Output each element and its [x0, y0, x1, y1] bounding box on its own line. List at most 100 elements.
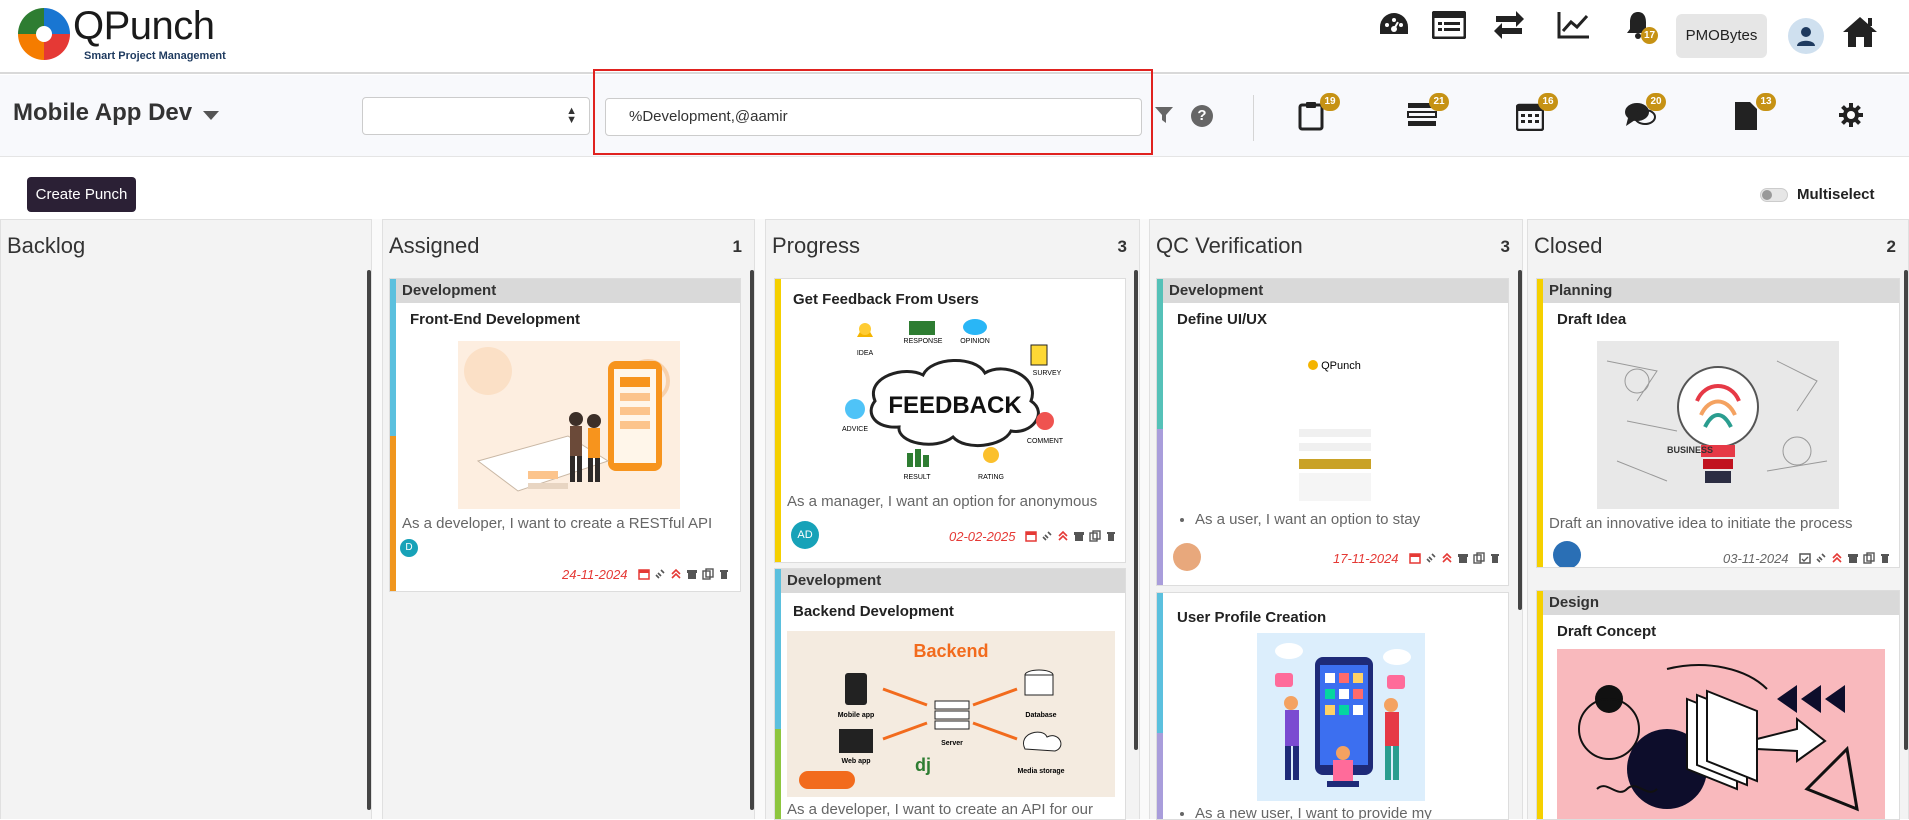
calendar-due-icon[interactable] — [1025, 530, 1037, 542]
card-due-date: 02-02-2025 — [949, 529, 1016, 544]
archive-icon[interactable] — [1073, 530, 1085, 542]
column-scrollbar[interactable] — [367, 270, 371, 810]
trash-icon[interactable] — [718, 568, 730, 580]
card-title[interactable]: Define UI/UX — [1177, 311, 1267, 328]
priority-up-icon[interactable] — [1831, 552, 1843, 564]
svg-text:RESULT: RESULT — [903, 474, 931, 481]
svg-text:BUSINESS: BUSINESS — [1667, 445, 1713, 455]
svg-text:Web app: Web app — [841, 758, 870, 765]
card-title[interactable]: Backend Development — [793, 603, 954, 620]
link-icon[interactable] — [1425, 552, 1437, 564]
chart-line-icon[interactable] — [1556, 8, 1592, 42]
assignee-avatar[interactable]: AD — [791, 521, 819, 549]
multiselect-toggle[interactable] — [1760, 188, 1788, 202]
priority-up-icon[interactable] — [1441, 552, 1453, 564]
bell-icon[interactable]: 17 — [1620, 8, 1658, 44]
column-scrollbar[interactable] — [1518, 270, 1522, 610]
dashboard-icon[interactable] — [1376, 8, 1412, 42]
column-title: Progress — [772, 233, 861, 258]
card-image: FEEDBACK IDEA RESPONSE OPINION SURVEY AD… — [835, 317, 1075, 485]
svg-text:RATING: RATING — [978, 474, 1004, 481]
card-image — [1557, 649, 1885, 819]
priority-up-icon[interactable] — [670, 568, 682, 580]
calendar-due-icon[interactable] — [638, 568, 650, 580]
filter-select[interactable]: ▲ ▼ — [362, 97, 590, 135]
column-scrollbar[interactable] — [750, 270, 754, 810]
svg-text:ADVICE: ADVICE — [842, 426, 868, 433]
tasks-icon[interactable]: 21 — [1407, 93, 1449, 131]
search-input[interactable]: %Development,@aamir — [605, 98, 1142, 136]
link-icon[interactable] — [1041, 530, 1053, 542]
card-title[interactable]: Draft Concept — [1557, 623, 1656, 640]
column-backlog: Backlog — [0, 219, 372, 819]
card-group-label: Planning — [1543, 279, 1899, 303]
multiselect-label: Multiselect — [1797, 186, 1875, 203]
punch-card[interactable]: Get Feedback From Users FEEDBACK IDEA RE… — [774, 278, 1126, 563]
qpunch-logo[interactable]: QPunch Smart Project Management — [18, 4, 238, 66]
card-due-date: 24-11-2024 — [562, 567, 628, 582]
priority-up-icon[interactable] — [1057, 530, 1069, 542]
punch-card[interactable]: Planning Draft Idea BUSINESS Draft an in… — [1536, 278, 1900, 568]
link-icon[interactable] — [1815, 552, 1827, 564]
list-icon[interactable] — [1431, 8, 1467, 42]
copy-icon[interactable] — [702, 568, 714, 580]
column-title: Backlog — [7, 233, 86, 258]
assignee-avatar[interactable] — [1173, 543, 1201, 571]
card-title[interactable]: User Profile Creation — [1177, 609, 1326, 626]
svg-text:Database: Database — [1025, 712, 1056, 719]
column-scrollbar[interactable] — [1904, 270, 1908, 750]
card-group-label: Design — [1543, 591, 1899, 615]
punch-card[interactable]: Development Define UI/UX QPunch As a use… — [1156, 278, 1509, 586]
copy-icon[interactable] — [1473, 552, 1485, 564]
card-description: As a developer, I want to create a RESTf… — [402, 515, 713, 532]
link-icon[interactable] — [654, 568, 666, 580]
comments-icon[interactable]: 20 — [1624, 93, 1666, 131]
card-title[interactable]: Get Feedback From Users — [793, 291, 979, 308]
card-title[interactable]: Draft Idea — [1557, 311, 1626, 328]
svg-text:SURVEY: SURVEY — [1033, 370, 1062, 377]
trash-icon[interactable] — [1105, 530, 1117, 542]
copy-icon[interactable] — [1863, 552, 1875, 564]
profile-avatar-icon[interactable] — [1788, 18, 1824, 54]
filter-icon[interactable] — [1154, 106, 1174, 129]
card-description-list: As a user, I want an option to stay — [1195, 511, 1420, 528]
punch-card[interactable]: Design Draft Concept — [1536, 590, 1900, 820]
calendar-icon[interactable]: 16 — [1515, 93, 1558, 132]
copy-icon[interactable] — [1089, 530, 1101, 542]
create-punch-button[interactable]: Create Punch — [27, 177, 136, 212]
archive-icon[interactable] — [686, 568, 698, 580]
card-group-label: Development — [781, 569, 1125, 593]
assignee-avatar[interactable] — [1553, 541, 1581, 567]
org-button[interactable]: PMOBytes — [1676, 14, 1767, 58]
home-icon[interactable] — [1840, 12, 1880, 52]
card-description-list: As a new user, I want to provide my — [1195, 805, 1432, 819]
card-description: As a new user, I want to provide my — [1195, 805, 1432, 819]
card-title[interactable]: Front-End Development — [410, 311, 580, 328]
archive-icon[interactable] — [1457, 552, 1469, 564]
calendar-check-icon[interactable] — [1799, 552, 1811, 564]
svg-text:OPINION: OPINION — [960, 338, 990, 345]
column-scrollbar[interactable] — [1134, 270, 1138, 750]
trash-icon[interactable] — [1879, 552, 1891, 564]
project-dropdown-caret-icon[interactable] — [203, 111, 219, 120]
project-title[interactable]: Mobile App Dev — [13, 99, 192, 127]
clipboard-count-badge: 19 — [1320, 93, 1340, 111]
calendar-count-badge: 16 — [1538, 93, 1558, 111]
punch-card[interactable]: Development Backend Development Backend … — [774, 568, 1126, 820]
logo-mark — [18, 8, 70, 60]
trash-icon[interactable] — [1489, 552, 1501, 564]
settings-gear-icon[interactable] — [1838, 102, 1868, 132]
punch-card[interactable]: User Profile Creation As a new user, I w… — [1156, 592, 1509, 820]
column-qc-verification: QC Verification 3 Development Define UI/… — [1149, 219, 1523, 820]
help-icon[interactable]: ? — [1191, 105, 1213, 127]
assignee-avatar[interactable]: D — [400, 539, 418, 557]
archive-icon[interactable] — [1847, 552, 1859, 564]
calendar-due-icon[interactable] — [1409, 552, 1421, 564]
sync-icon[interactable] — [1491, 8, 1527, 42]
svg-text:Mobile app: Mobile app — [838, 712, 875, 719]
punch-card[interactable]: Development Front-End Development As a d… — [389, 278, 741, 592]
column-closed: Closed 2 Planning Draft Idea BUSINESS Dr… — [1527, 219, 1909, 820]
file-icon[interactable]: 13 — [1734, 93, 1776, 131]
comments-count-badge: 20 — [1646, 93, 1666, 111]
clipboard-icon[interactable]: 19 — [1298, 93, 1340, 131]
